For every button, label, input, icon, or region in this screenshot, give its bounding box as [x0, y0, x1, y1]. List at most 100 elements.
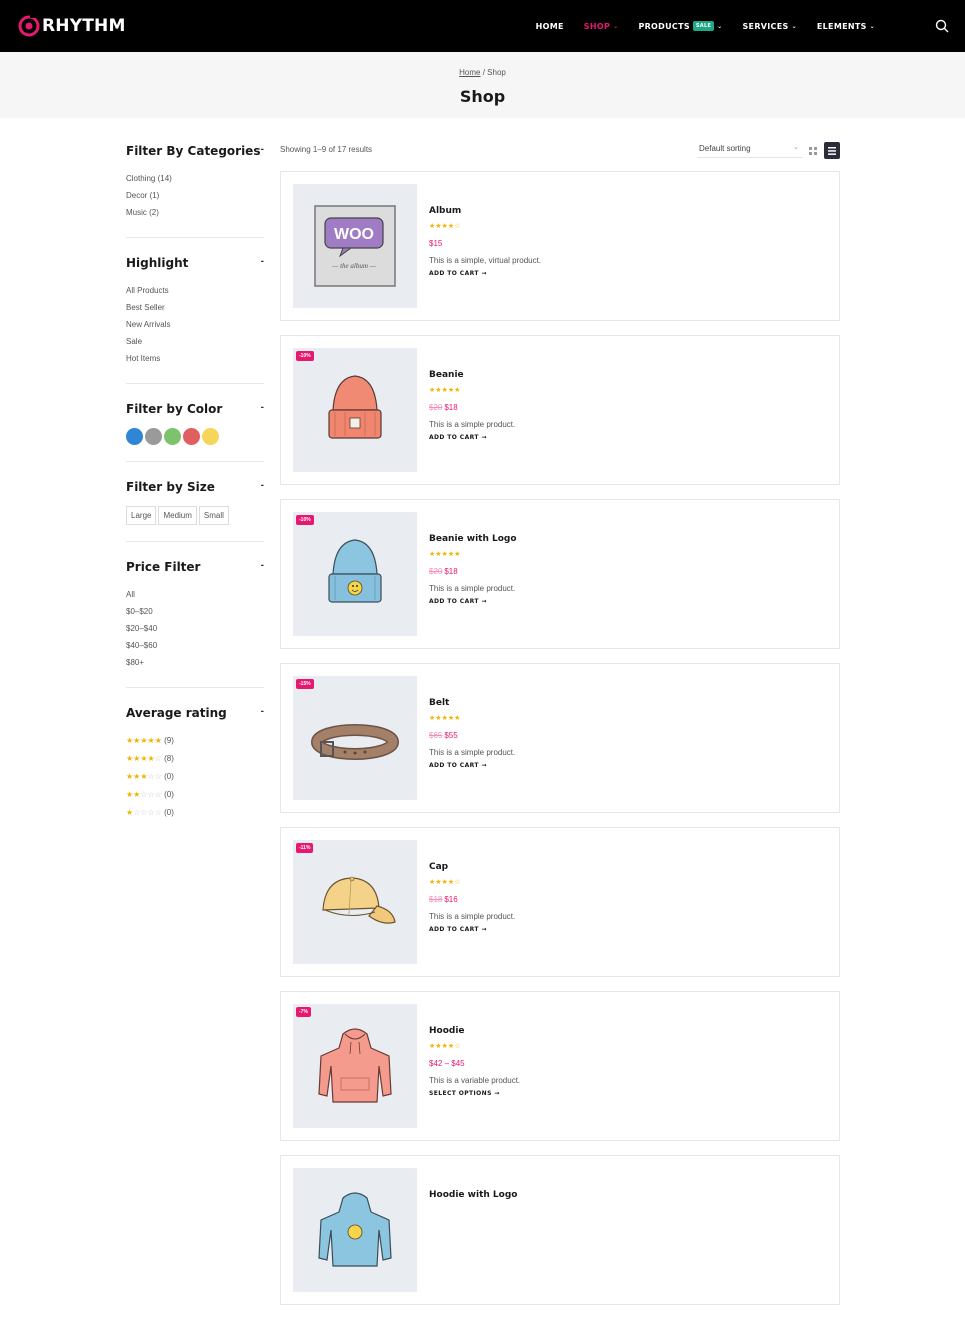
price-link[interactable]: $40–$60 [126, 637, 264, 654]
color-swatch[interactable] [202, 428, 219, 445]
discount-badge: -7% [296, 1007, 311, 1017]
widget-title: Highlight [126, 256, 189, 270]
main-nav: HOME SHOP ⌄ PRODUCTS SALE ⌄ SERVICES ⌄ ELEME… [526, 0, 885, 52]
old-price: $20 [429, 567, 443, 576]
nav-home[interactable]: HOME [526, 22, 574, 31]
product-image[interactable]: -10% [293, 348, 417, 472]
old-price: $65 [429, 731, 443, 740]
price-widget: Price Filter - All $0–$20 $20–$40 $40–$6… [126, 558, 264, 688]
rating-filter-row[interactable]: ★★★☆☆ (0) [126, 768, 264, 786]
widget-title: Price Filter [126, 560, 201, 574]
size-option[interactable]: Small [198, 506, 229, 525]
nav-shop[interactable]: SHOP ⌄ [574, 22, 629, 31]
product-image[interactable]: -11% [293, 840, 417, 964]
price-link[interactable]: $0–$20 [126, 603, 264, 620]
product-image[interactable]: -7% [293, 1004, 417, 1128]
product-card[interactable]: WOO — the album — Album ★★★★☆ $15 This is a s… [280, 171, 840, 321]
price-link[interactable]: $20–$40 [126, 620, 264, 637]
highlight-link[interactable]: Sale [126, 333, 264, 350]
product-name[interactable]: Beanie with Logo [429, 534, 517, 547]
size-option[interactable]: Large [126, 506, 157, 525]
highlight-link[interactable]: All Products [126, 282, 264, 299]
size-widget: Filter by Size - Large Medium Small [126, 478, 264, 542]
add-to-cart-button[interactable]: ADD TO CART → [429, 762, 515, 769]
collapse-icon[interactable]: - [261, 256, 264, 267]
product-card[interactable]: Hoodie with Logo [280, 1155, 840, 1305]
widget-title: Filter by Size [126, 480, 215, 494]
product-image[interactable]: -15% [293, 676, 417, 800]
nav-shop-label: SHOP [583, 21, 611, 31]
category-link[interactable]: Clothing (14) [126, 170, 264, 187]
add-to-cart-button[interactable]: SELECT OPTIONS → [429, 1090, 520, 1097]
product-name[interactable]: Hoodie [429, 1026, 520, 1039]
add-to-cart-button[interactable]: ADD TO CART → [429, 270, 541, 277]
site-logo[interactable]: RHYTHM [18, 12, 126, 40]
product-name[interactable]: Cap [429, 862, 515, 875]
star-rating-icon: ★★★★★ [126, 736, 162, 745]
rating-filter-row[interactable]: ★★★★☆ (8) [126, 750, 264, 768]
grid-icon [809, 147, 817, 155]
size-option[interactable]: Medium [158, 506, 197, 525]
product-info: Beanie with Logo ★★★★★ $20 $18 This is a sim… [429, 534, 517, 605]
add-to-cart-button[interactable]: ADD TO CART → [429, 926, 515, 933]
product-card[interactable]: -7% Hoodie ★★★★☆ $42 – $45 This is a variabl… [280, 991, 840, 1141]
search-icon[interactable] [935, 19, 949, 33]
color-swatch[interactable] [183, 428, 200, 445]
nav-services[interactable]: SERVICES ⌄ [733, 22, 807, 31]
chevron-down-icon: ⌄ [613, 22, 619, 30]
product-price: $20 $18 [429, 399, 515, 416]
product-card[interactable]: -10% Beanie with Logo ★★★★★ $20 $18 This is a… [280, 499, 840, 649]
add-to-cart-button[interactable]: ADD TO CART → [429, 434, 515, 441]
product-name[interactable]: Beanie [429, 370, 515, 383]
nav-products[interactable]: PRODUCTS SALE ⌄ [628, 21, 732, 31]
collapse-icon[interactable]: - [261, 402, 264, 413]
current-price: $55 [444, 731, 458, 740]
collapse-icon[interactable]: - [261, 560, 264, 571]
price-link[interactable]: All [126, 586, 264, 603]
nav-elements[interactable]: ELEMENTS ⌄ [807, 22, 885, 31]
highlight-widget: Highlight - All Products Best Seller New… [126, 254, 264, 384]
highlight-link[interactable]: Hot Items [126, 350, 264, 367]
product-info: Hoodie ★★★★☆ $42 – $45 This is a variable p… [429, 1026, 520, 1097]
old-price: $18 [429, 895, 443, 904]
widget-title: Filter by Color [126, 402, 223, 416]
color-swatch[interactable] [164, 428, 181, 445]
product-image[interactable]: WOO — the album — [293, 184, 417, 308]
rating-filter-row[interactable]: ★★☆☆☆ (0) [126, 786, 264, 804]
category-link[interactable]: Music (2) [126, 204, 264, 221]
product-card[interactable]: -11% Cap ★★★★☆ $18 $16 This is a simple produ… [280, 827, 840, 977]
product-name[interactable]: Belt [429, 698, 515, 711]
highlight-link[interactable]: Best Seller [126, 299, 264, 316]
rating-filter-list: ★★★★★ (9) ★★★★☆ (8) ★★★☆☆ (0) ★★☆☆☆ (0) ★☆☆☆… [126, 732, 264, 822]
discount-badge: -15% [296, 679, 314, 689]
grid-view-button[interactable] [806, 143, 820, 159]
product-card[interactable]: -15% Belt ★★★★★ $65 $55 This is a simple prod… [280, 663, 840, 813]
star-rating-icon: ★★★☆☆ [126, 772, 162, 781]
add-to-cart-button[interactable]: ADD TO CART → [429, 598, 517, 605]
breadcrumb-home[interactable]: Home [459, 68, 480, 77]
list-view-button[interactable] [824, 142, 840, 159]
collapse-icon[interactable]: - [261, 480, 264, 491]
color-swatch[interactable] [145, 428, 162, 445]
highlight-link[interactable]: New Arrivals [126, 316, 264, 333]
product-card[interactable]: -10% Beanie ★★★★★ $20 $18 This is a simple pr… [280, 335, 840, 485]
product-info: Belt ★★★★★ $65 $55 This is a simple product.… [429, 698, 515, 769]
nav-elements-label: ELEMENTS [816, 21, 867, 31]
discount-badge: -10% [296, 515, 314, 525]
price-link[interactable]: $80+ [126, 654, 264, 671]
category-link[interactable]: Decor (1) [126, 187, 264, 204]
product-description: This is a simple product. [429, 912, 516, 921]
breadcrumb-current: Shop [487, 68, 506, 77]
rating-filter-row[interactable]: ★★★★★ (9) [126, 732, 264, 750]
collapse-icon[interactable]: - [261, 706, 264, 717]
chevron-down-icon: ⌄ [791, 22, 797, 30]
product-name[interactable]: Hoodie with Logo [429, 1190, 517, 1203]
star-rating-icon: ★★★★☆ [429, 1043, 461, 1050]
product-name[interactable]: Album [429, 206, 541, 219]
product-image[interactable] [293, 1168, 417, 1292]
rating-filter-row[interactable]: ★☆☆☆☆ (0) [126, 804, 264, 822]
product-image[interactable]: -10% [293, 512, 417, 636]
color-swatch[interactable] [126, 428, 143, 445]
collapse-icon[interactable]: - [261, 144, 264, 155]
sort-select[interactable]: Default sorting ⌄ [697, 142, 803, 158]
